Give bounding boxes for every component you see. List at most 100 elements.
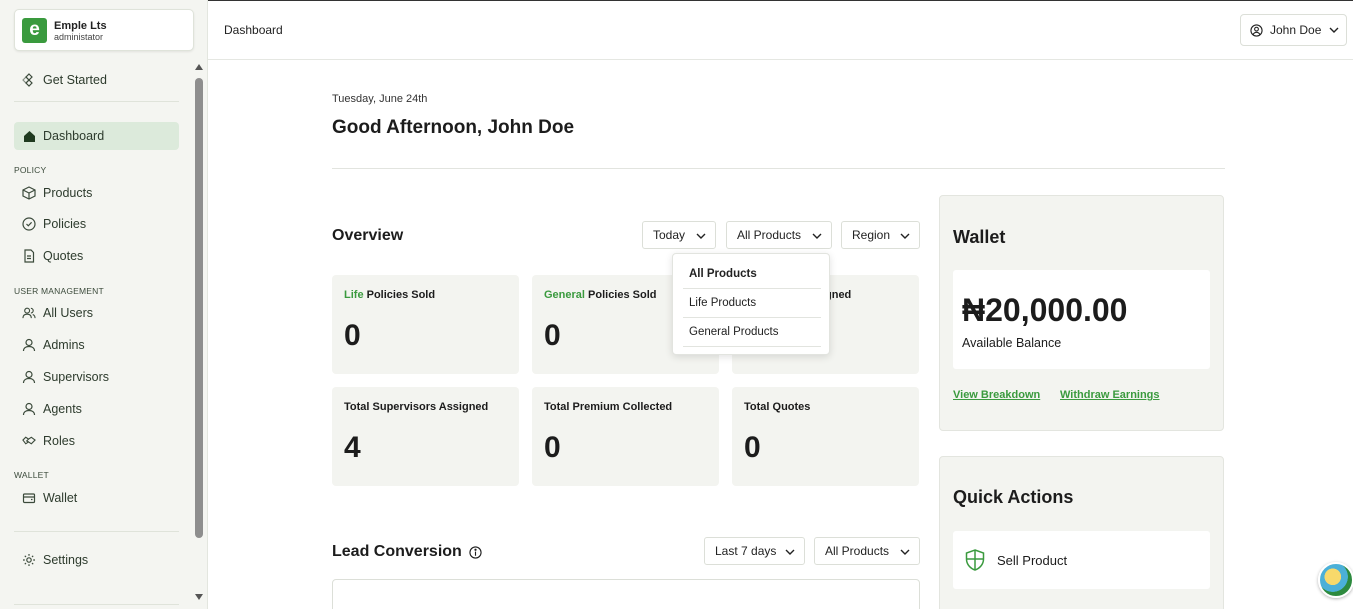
user-icon <box>22 402 36 416</box>
users-icon <box>22 306 36 320</box>
scroll-up-arrow-icon[interactable] <box>195 64 203 70</box>
sidebar-item-label: Agents <box>43 402 82 416</box>
sidebar-item-get-started[interactable]: Get Started <box>14 66 179 94</box>
chevron-down-icon <box>696 228 706 242</box>
wallet-balance: ₦20,000.00 <box>962 292 1128 328</box>
sell-product-button[interactable]: Sell Product <box>953 531 1210 589</box>
sidebar-item-quotes[interactable]: Quotes <box>14 242 179 270</box>
chevron-down-icon <box>785 544 795 558</box>
filter-value: All Products <box>825 544 890 558</box>
floating-assistant-avatar[interactable] <box>1318 562 1353 598</box>
quick-action-label: Sell Product <box>997 552 1068 568</box>
sidebar-item-products[interactable]: Products <box>14 179 179 207</box>
sidebar-item-label: Quotes <box>43 249 84 263</box>
stat-value: 4 <box>344 431 361 464</box>
period-filter[interactable]: Today <box>642 221 716 249</box>
balance-label: Available Balance <box>962 336 1062 350</box>
home-icon <box>22 129 36 143</box>
region-filter[interactable]: Region <box>841 221 920 249</box>
info-icon[interactable] <box>469 545 482 559</box>
breadcrumb: Dashboard <box>224 23 283 37</box>
sidebar-item-label: Products <box>43 186 93 200</box>
filter-value: Last 7 days <box>715 544 777 558</box>
quick-actions-title: Quick Actions <box>953 487 1074 507</box>
scroll-down-arrow-icon[interactable] <box>195 594 203 600</box>
scroll-thumb[interactable] <box>195 78 203 538</box>
section-label-user-management: USER MANAGEMENT <box>14 286 104 296</box>
quick-actions-card: Quick Actions Sell Product <box>939 456 1224 609</box>
diamond-grid-icon <box>22 73 36 87</box>
stat-card-premium: Total Premium Collected 0 <box>532 387 719 486</box>
view-breakdown-link[interactable]: View Breakdown <box>953 389 1040 401</box>
divider <box>332 168 1225 169</box>
wallet-card: Wallet ₦20,000.00 Available Balance View… <box>939 195 1224 431</box>
org-name: Emple Lts <box>54 20 107 32</box>
stat-label: Life Policies Sold <box>344 289 436 301</box>
filter-value: All Products <box>737 228 802 242</box>
stat-card-quotes: Total Quotes 0 <box>732 387 919 486</box>
stat-label: Total Quotes <box>744 401 811 413</box>
user-circle-icon <box>1250 23 1263 37</box>
lead-products-filter[interactable]: All Products <box>814 537 920 565</box>
sidebar-item-label: Roles <box>43 434 75 448</box>
handshake-icon <box>22 434 36 448</box>
check-circle-icon <box>22 217 36 231</box>
filter-value: Today <box>653 228 686 242</box>
stat-label: Total Premium Collected <box>544 401 673 413</box>
dropdown-option-general-products[interactable]: General Products <box>683 318 821 347</box>
page-title: Good Afternoon, John Doe <box>332 117 575 138</box>
section-label-policy: POLICY <box>14 165 47 175</box>
sidebar-item-all-users[interactable]: All Users <box>14 299 179 327</box>
sidebar-item-admins[interactable]: Admins <box>14 331 179 359</box>
top-bar: Dashboard John Doe <box>208 0 1353 60</box>
sidebar-item-agents[interactable]: Agents <box>14 395 179 423</box>
sidebar: e Emple Lts administator Get Started Das… <box>0 0 208 609</box>
stat-value: 0 <box>744 431 761 464</box>
divider <box>14 101 179 102</box>
sidebar-item-label: Supervisors <box>43 370 109 384</box>
dropdown-option-life-products[interactable]: Life Products <box>683 289 821 318</box>
chevron-down-icon <box>900 228 910 242</box>
chevron-down-icon <box>812 228 822 242</box>
withdraw-earnings-link[interactable]: Withdraw Earnings <box>1060 389 1160 401</box>
section-label-wallet: WALLET <box>14 470 49 480</box>
stat-label: General Policies Sold <box>544 289 657 301</box>
stat-label: Total Supervisors Assigned <box>344 401 489 413</box>
sidebar-item-roles[interactable]: Roles <box>14 427 179 455</box>
sidebar-item-label: All Users <box>43 306 94 320</box>
sidebar-item-label: Policies <box>43 217 87 231</box>
lead-period-filter[interactable]: Last 7 days <box>704 537 805 565</box>
sidebar-item-wallet[interactable]: Wallet <box>14 484 179 512</box>
org-role: administator <box>54 32 104 42</box>
overview-title: Overview <box>332 227 404 244</box>
user-icon <box>22 370 36 384</box>
stat-card-supervisors: Total Supervisors Assigned 4 <box>332 387 519 486</box>
box-icon <box>22 186 36 200</box>
sidebar-item-dashboard[interactable]: Dashboard <box>14 122 179 150</box>
stat-value: 0 <box>544 431 561 464</box>
dropdown-option-all-products[interactable]: All Products <box>683 260 821 289</box>
chevron-down-icon <box>1329 27 1339 33</box>
filter-value: Region <box>852 228 891 242</box>
gear-icon <box>22 553 36 567</box>
products-dropdown-menu: All Products Life Products General Produ… <box>672 253 830 355</box>
user-name: John Doe <box>1270 23 1322 37</box>
sidebar-scrollbar[interactable] <box>192 60 206 609</box>
sidebar-item-label: Get Started <box>43 73 107 87</box>
org-switcher[interactable]: e Emple Lts administator <box>14 9 194 51</box>
sidebar-item-policies[interactable]: Policies <box>14 210 179 238</box>
wallet-icon <box>22 491 36 505</box>
shield-icon <box>965 549 985 571</box>
sidebar-item-label: Settings <box>43 553 89 567</box>
sidebar-item-settings[interactable]: Settings <box>14 546 179 574</box>
balance-box: ₦20,000.00 Available Balance <box>953 270 1210 369</box>
products-filter[interactable]: All Products <box>726 221 832 249</box>
stat-value: 0 <box>544 319 561 352</box>
stat-card-life-policies: Life Policies Sold 0 <box>332 275 519 374</box>
user-menu-button[interactable]: John Doe <box>1240 14 1347 46</box>
sidebar-item-label: Wallet <box>43 491 78 505</box>
chevron-down-icon <box>900 544 910 558</box>
divider <box>14 531 179 532</box>
sidebar-item-supervisors[interactable]: Supervisors <box>14 363 179 391</box>
org-logo: e <box>22 18 47 43</box>
